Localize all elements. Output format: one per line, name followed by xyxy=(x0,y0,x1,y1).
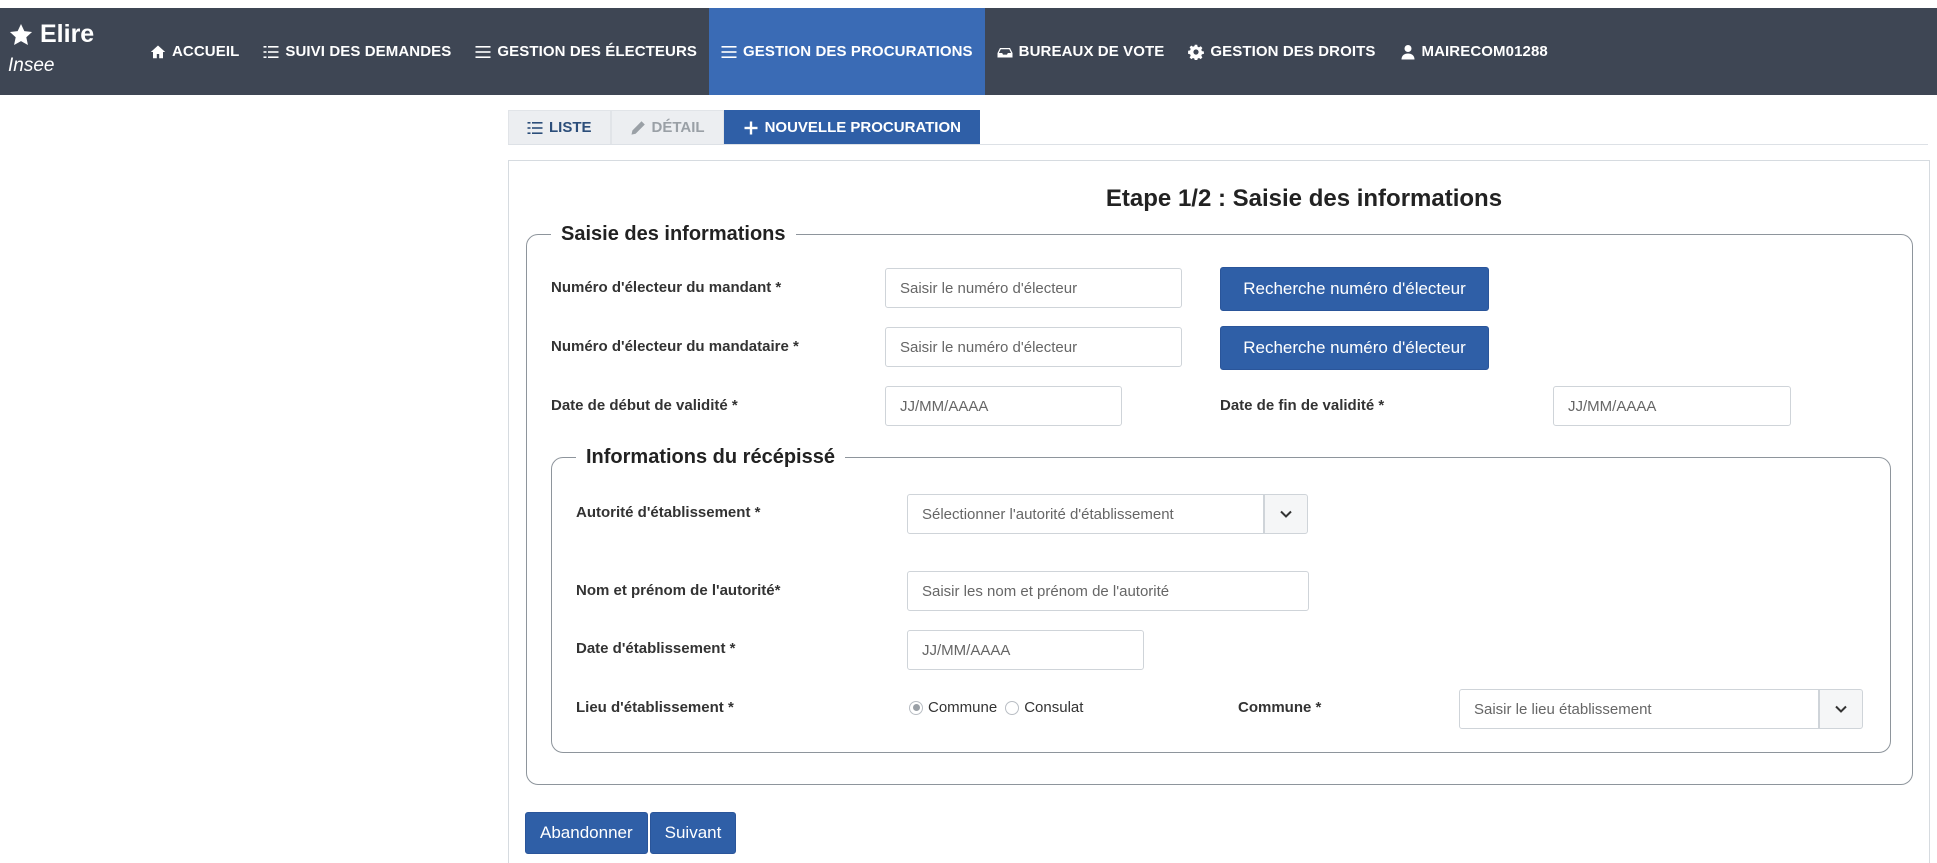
step-title: Etape 1/2 : Saisie des informations xyxy=(1105,185,1503,212)
app-title-text: Elire xyxy=(40,20,95,48)
radio-consulat-control[interactable] xyxy=(1005,700,1020,715)
date-etablissement-label: Date d'établissement * xyxy=(576,640,736,657)
user-icon xyxy=(1400,44,1416,60)
gear-icon xyxy=(1188,44,1205,60)
nav-label: GESTION DES ÉLECTEURS xyxy=(497,43,698,60)
list-icon xyxy=(721,44,737,60)
mandataire-input[interactable]: Saisir le numéro d'électeur xyxy=(885,327,1182,367)
tab-nouvelle-procuration[interactable]: NOUVELLE PROCURATION xyxy=(723,110,980,144)
tab-label: DÉTAIL xyxy=(651,119,705,136)
chevron-down-icon xyxy=(1280,510,1292,518)
mandant-label: Numéro d'électeur du mandant * xyxy=(551,279,782,296)
radio-commune[interactable]: Commune xyxy=(909,699,997,716)
top-band xyxy=(0,0,1937,8)
main-nav: ACCUEIL SUIVI DES DEMANDES GESTION DES É… xyxy=(138,8,1560,95)
nav-gestion-procurations[interactable]: GESTION DES PROCURATIONS xyxy=(709,8,985,95)
commune-label: Commune * xyxy=(1238,699,1322,716)
home-icon xyxy=(150,44,166,60)
star-icon xyxy=(9,23,33,45)
chevron-down-icon xyxy=(1835,705,1847,713)
tab-bar: LISTE DÉTAIL NOUVELLE PROCURATION xyxy=(508,110,980,144)
app-title: Elire xyxy=(8,20,94,49)
date-fin-input[interactable]: JJ/MM/AAAA xyxy=(1553,386,1791,426)
nom-autorite-label: Nom et prénom de l'autorité* xyxy=(576,582,781,599)
tab-detail[interactable]: DÉTAIL xyxy=(610,110,724,144)
commune-select[interactable]: Saisir le lieu établissement xyxy=(1459,689,1819,729)
radio-consulat-label: Consulat xyxy=(1024,699,1084,716)
date-debut-label: Date de début de validité * xyxy=(551,397,738,414)
date-debut-input[interactable]: JJ/MM/AAAA xyxy=(885,386,1122,426)
section-legend: Saisie des informations xyxy=(561,223,786,245)
nav-accueil[interactable]: ACCUEIL xyxy=(138,8,251,95)
nav-label: ACCUEIL xyxy=(172,43,240,60)
abandon-button[interactable]: Abandonner xyxy=(525,812,648,854)
nav-gestion-electeurs[interactable]: GESTION DES ÉLECTEURS xyxy=(463,8,709,95)
radio-commune-control[interactable] xyxy=(909,700,923,715)
mandant-input[interactable]: Saisir le numéro d'électeur xyxy=(885,268,1182,308)
nav-bureaux-de-vote[interactable]: BUREAUX DE VOTE xyxy=(985,8,1177,95)
nav-label: MAIRECOM01288 xyxy=(1421,43,1548,60)
autorite-select[interactable]: Sélectionner l'autorité d'établissement xyxy=(907,494,1264,534)
date-etablissement-input[interactable]: JJ/MM/AAAA xyxy=(907,630,1144,670)
list-icon xyxy=(263,44,279,60)
commune-dropdown-toggle[interactable] xyxy=(1819,689,1863,729)
app-subtitle: Insee xyxy=(8,55,55,76)
form-panel: Etape 1/2 : Saisie des informations Sais… xyxy=(508,160,1930,863)
nav-label: SUIVI DES DEMANDES xyxy=(285,43,452,60)
nav-label: BUREAUX DE VOTE xyxy=(1018,43,1165,60)
pencil-icon xyxy=(630,120,646,136)
form-actions: Abandonner Suivant xyxy=(525,812,737,854)
lieu-label: Lieu d'établissement * xyxy=(576,699,734,716)
list-icon xyxy=(527,120,543,136)
plus-icon xyxy=(743,120,759,136)
top-navbar: Elire Insee ACCUEIL SUIVI DES DEMANDES G… xyxy=(0,8,1937,95)
tab-liste[interactable]: LISTE xyxy=(508,110,611,144)
radio-consulat[interactable]: Consulat xyxy=(1005,699,1083,716)
nav-label: GESTION DES DROITS xyxy=(1210,43,1376,60)
tab-divider xyxy=(508,144,1928,145)
nav-user-account[interactable]: MAIRECOM01288 xyxy=(1388,8,1560,95)
autorite-label: Autorité d'établissement * xyxy=(576,504,761,521)
search-mandant-button[interactable]: Recherche numéro d'électeur xyxy=(1220,267,1489,311)
search-mandataire-button[interactable]: Recherche numéro d'électeur xyxy=(1220,326,1489,370)
brand[interactable]: Elire Insee xyxy=(8,20,94,77)
lieu-radio-group: Commune Consulat xyxy=(909,699,1083,716)
mandataire-label: Numéro d'électeur du mandataire * xyxy=(551,338,799,355)
ballot-icon xyxy=(997,44,1013,60)
radio-commune-label: Commune xyxy=(928,699,998,716)
date-fin-label: Date de fin de validité * xyxy=(1220,397,1385,414)
section-legend: Informations du récépissé xyxy=(586,446,835,468)
nav-gestion-droits[interactable]: GESTION DES DROITS xyxy=(1176,8,1387,95)
list-icon xyxy=(475,44,491,60)
tab-label: LISTE xyxy=(549,119,592,136)
nav-suivi-demandes[interactable]: SUIVI DES DEMANDES xyxy=(251,8,463,95)
autorite-dropdown-toggle[interactable] xyxy=(1264,494,1308,534)
next-button[interactable]: Suivant xyxy=(649,812,737,854)
tab-label: NOUVELLE PROCURATION xyxy=(764,119,961,136)
nav-label: GESTION DES PROCURATIONS xyxy=(743,43,973,60)
nom-autorite-input[interactable]: Saisir les nom et prénom de l'autorité xyxy=(907,571,1309,611)
